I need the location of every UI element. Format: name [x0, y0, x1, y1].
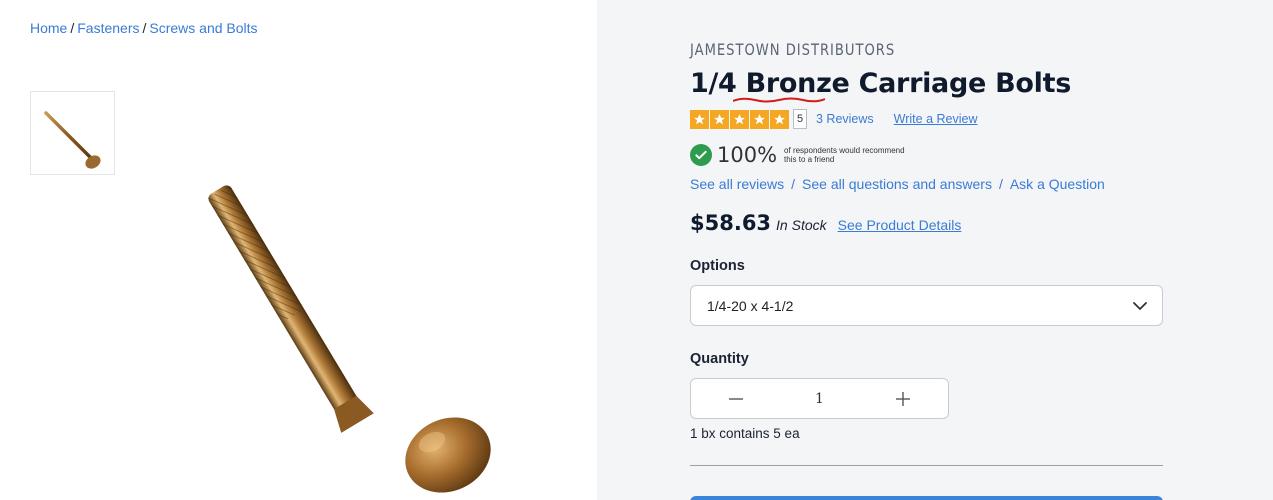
- breadcrumb: Home / Fasteners / Screws and Bolts: [30, 20, 258, 36]
- recommend-text: of respondents would recommend this to a…: [784, 146, 905, 164]
- options-label: Options: [690, 258, 745, 274]
- selected-option: 1/4-20 x 4-1/2: [707, 297, 794, 314]
- recommend-percent: 100%: [717, 143, 778, 167]
- breadcrumb-screws-and-bolts[interactable]: Screws and Bolts: [149, 20, 257, 36]
- link-separator: /: [791, 176, 796, 192]
- breadcrumb-home[interactable]: Home: [30, 20, 67, 36]
- price: $58.63: [690, 211, 772, 235]
- stock-status: In Stock: [776, 217, 827, 233]
- see-all-questions-link[interactable]: See all questions and answers: [802, 176, 992, 192]
- check-circle-icon: [690, 144, 712, 166]
- brand-name[interactable]: JAMESTOWN DISTRIBUTORS: [690, 40, 895, 59]
- box-contents-note: 1 bx contains 5 ea: [690, 426, 800, 441]
- see-all-reviews-link[interactable]: See all reviews: [690, 176, 784, 192]
- rating-value: 5: [793, 109, 807, 129]
- minus-icon: [729, 397, 743, 400]
- breadcrumb-fasteners[interactable]: Fasteners: [77, 20, 139, 36]
- product-title: 1/4 Bronze Carriage Bolts: [690, 68, 1071, 99]
- spellcheck-underline: [733, 97, 825, 103]
- quantity-label: Quantity: [690, 351, 749, 367]
- product-info-panel: JAMESTOWN DISTRIBUTORS 1/4 Bronze Carria…: [597, 0, 1273, 500]
- star-icon: [770, 109, 789, 129]
- decrement-button[interactable]: [691, 379, 781, 418]
- qa-links: See all reviews / See all questions and an…: [690, 176, 1105, 192]
- chevron-down-icon: [1133, 302, 1147, 310]
- link-separator: /: [998, 176, 1003, 192]
- write-review-link[interactable]: Write a Review: [894, 112, 978, 126]
- product-details-link[interactable]: See Product Details: [838, 217, 962, 233]
- rating-row: 5 3 Reviews Write a Review: [690, 109, 978, 129]
- product-thumbnail[interactable]: [30, 91, 115, 175]
- product-main-image[interactable]: [180, 180, 510, 500]
- divider: [690, 465, 1163, 466]
- recommend-summary: 100% of respondents would recommend this…: [690, 143, 914, 167]
- quantity-stepper: 1: [690, 378, 949, 419]
- star-icon: [690, 109, 709, 129]
- add-to-cart-button[interactable]: [690, 496, 1163, 500]
- price-row: $58.63 In Stock See Product Details: [690, 211, 961, 235]
- reviews-link[interactable]: 3 Reviews: [816, 112, 874, 126]
- plus-icon: [896, 391, 910, 406]
- options-select[interactable]: 1/4-20 x 4-1/2: [690, 285, 1163, 326]
- breadcrumb-separator: /: [142, 20, 147, 36]
- quantity-value[interactable]: 1: [781, 391, 858, 407]
- star-icon: [730, 109, 749, 129]
- star-icon: [750, 109, 769, 129]
- increment-button[interactable]: [858, 379, 948, 418]
- product-gallery: Home / Fasteners / Screws and Bolts: [0, 0, 597, 500]
- star-icon: [710, 109, 729, 129]
- breadcrumb-separator: /: [70, 20, 75, 36]
- ask-question-link[interactable]: Ask a Question: [1010, 176, 1105, 192]
